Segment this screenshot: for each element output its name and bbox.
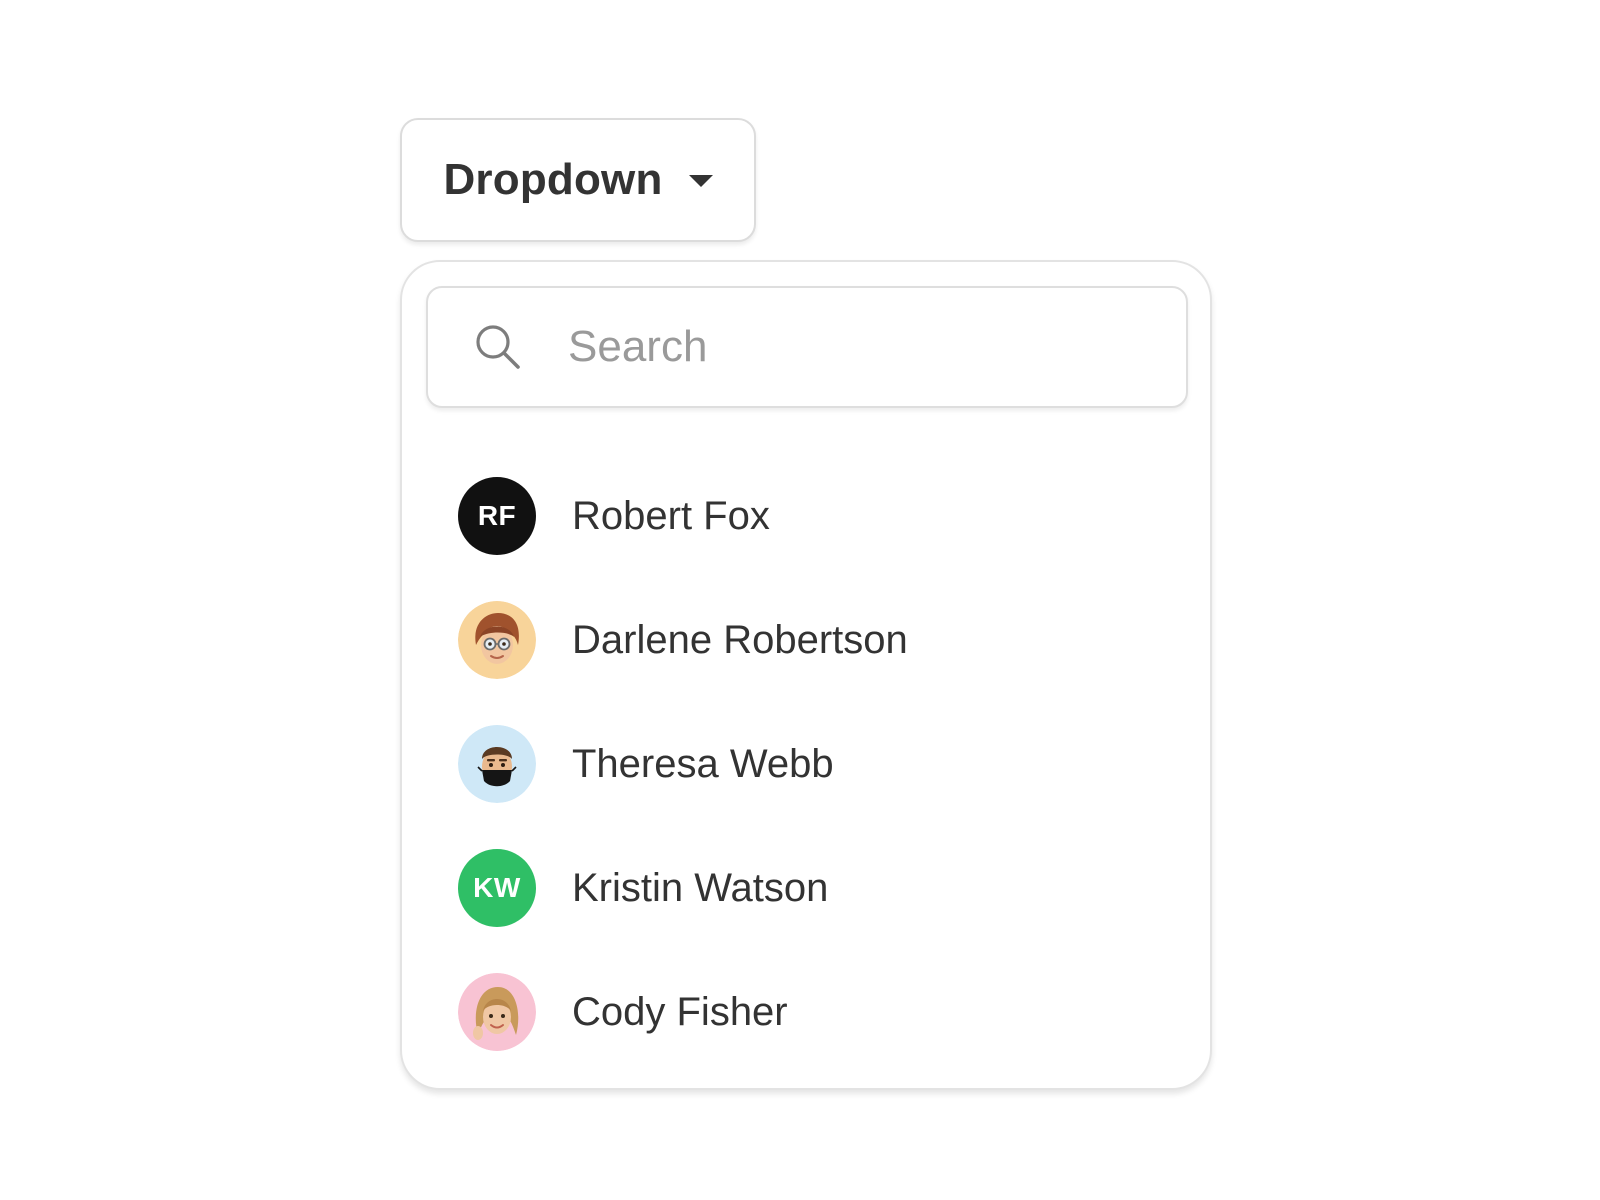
list-item-robert-fox[interactable]: RF Robert Fox [402,454,1210,578]
search-input[interactable] [568,322,1128,372]
dropdown-menu: RF Robert Fox [400,260,1212,1090]
user-name: Cody Fisher [572,989,788,1034]
dropdown-button[interactable]: Dropdown [400,118,756,242]
search-box[interactable] [426,286,1188,408]
avatar [458,601,536,679]
list-item-theresa-webb[interactable]: Theresa Webb [402,702,1210,826]
dropdown-label: Dropdown [443,155,663,204]
caret-down-icon [688,175,713,187]
avatar-initials: KW [473,872,521,903]
avatar: RF [458,477,536,555]
avatar [458,725,536,803]
list-item-cody-fisher[interactable]: Cody Fisher [402,950,1210,1074]
user-name: Darlene Robertson [572,617,908,662]
user-name: Robert Fox [572,493,770,538]
search-icon [476,325,520,369]
avatar-initials: RF [477,500,517,531]
list-item-kristin-watson[interactable]: KW Kristin Watson [402,826,1210,950]
user-name: Kristin Watson [572,865,829,910]
memoji-woman-blonde-icon [458,973,536,1051]
avatar [458,973,536,1051]
memoji-man-mask-icon [458,725,536,803]
page: Dropdown RF Robert Fox [0,0,1600,1200]
memoji-woman-glasses-icon [458,601,536,679]
avatar: KW [458,849,536,927]
user-name: Theresa Webb [572,741,834,786]
user-list: RF Robert Fox Darlene Robertson Theresa … [402,454,1210,1074]
list-item-darlene-robertson[interactable]: Darlene Robertson [402,578,1210,702]
